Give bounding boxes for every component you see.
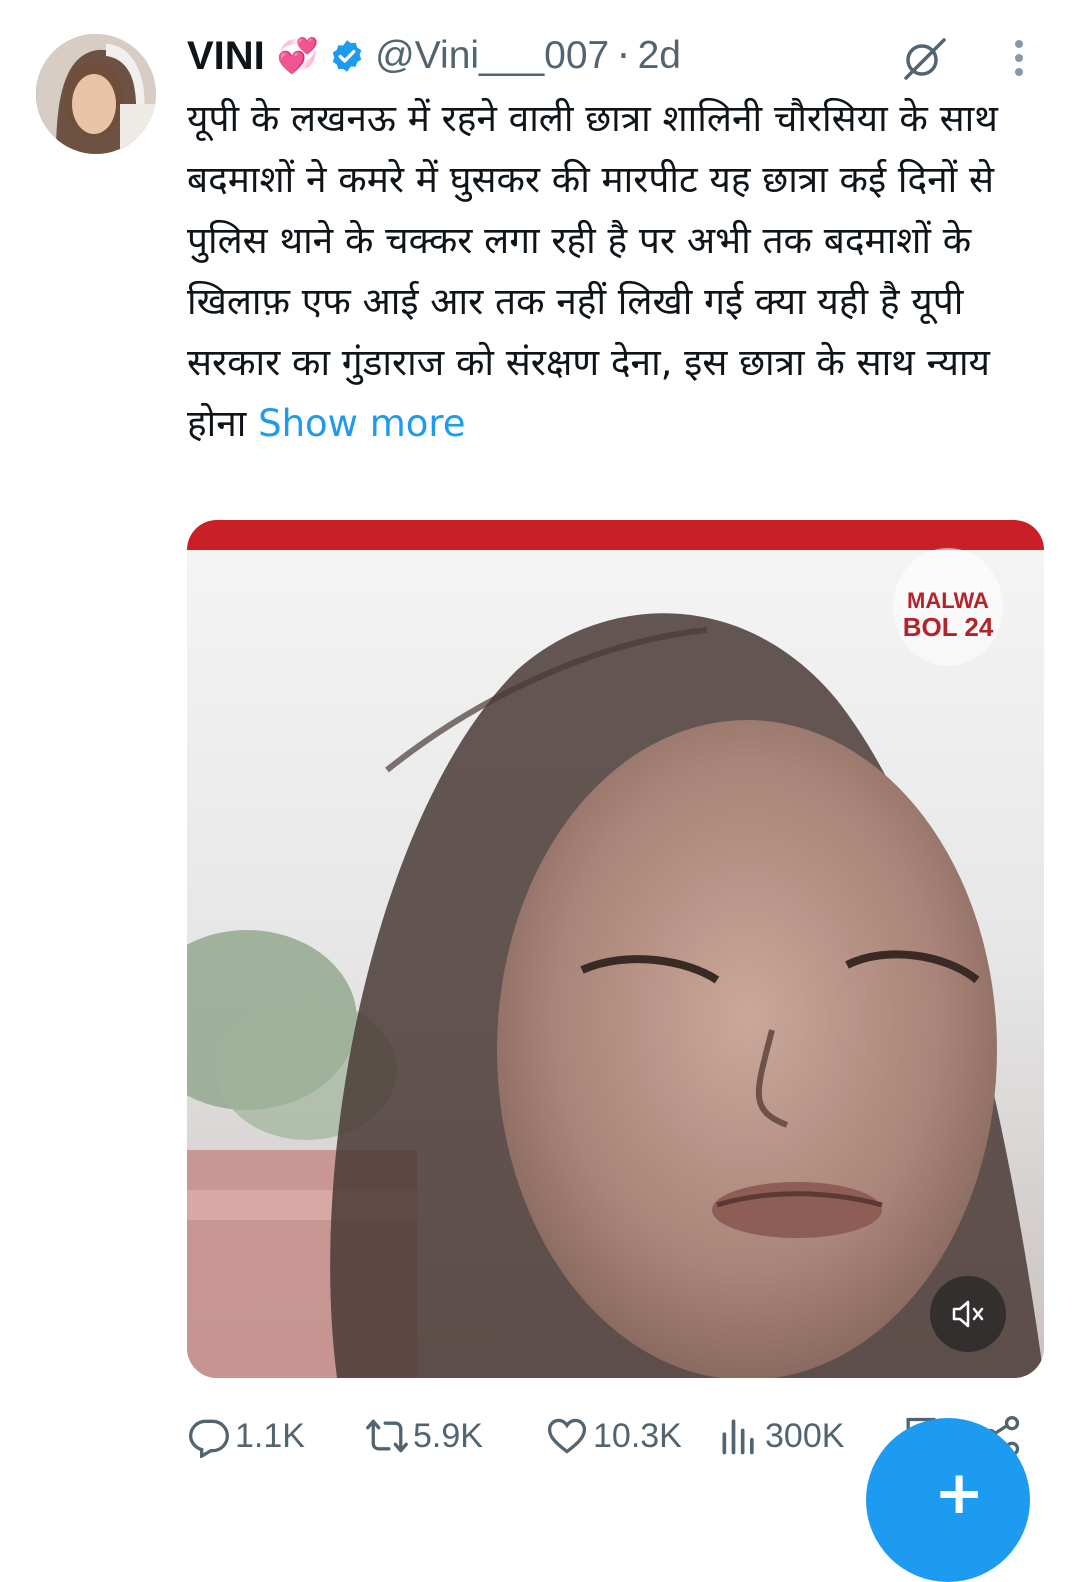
more-options-icon[interactable] [1004, 38, 1034, 78]
author-name[interactable]: VINI [187, 34, 265, 79]
compose-fab-button[interactable]: + [866, 1418, 1030, 1582]
reply-button[interactable]: 1.1K [187, 1412, 305, 1460]
tweet-header: VINI 💞 @Vini___007 · 2d [187, 30, 681, 82]
heart-emoji: 💞 [276, 36, 320, 76]
views-chart-icon [722, 1419, 754, 1455]
grok-icon[interactable] [898, 32, 950, 84]
repost-count: 5.9K [413, 1416, 483, 1455]
watermark-line-1: MALWA [907, 588, 989, 613]
tweet-timestamp[interactable]: 2d [638, 34, 681, 78]
views-button[interactable]: 300K [717, 1412, 844, 1460]
volume-muted-icon [952, 1300, 984, 1328]
watermark-line-2: BOL 24 [902, 612, 994, 642]
author-handle[interactable]: @Vini___007 [375, 34, 609, 78]
repost-icon [366, 1419, 408, 1453]
show-more-link[interactable]: Show more [258, 402, 465, 445]
reply-count: 1.1K [235, 1416, 305, 1455]
view-count: 300K [765, 1416, 845, 1455]
reply-icon [189, 1419, 229, 1458]
malwa-bol-logo: MALWA BOL 24 [893, 548, 1003, 666]
video-frame [187, 550, 1044, 1378]
tweet-video[interactable]: MALWA BOL 24 [187, 520, 1044, 1378]
avatar-image [36, 34, 156, 154]
heart-icon [547, 1418, 587, 1454]
verified-badge-icon [332, 40, 362, 72]
plus-icon: + [934, 1458, 985, 1528]
separator-dot: · [617, 33, 630, 79]
avatar[interactable] [36, 34, 156, 154]
tweet-text: यूपी के लखनऊ में रहने वाली छात्रा शालिनी… [187, 88, 1047, 454]
like-count: 10.3K [593, 1416, 682, 1455]
repost-button[interactable]: 5.9K [365, 1412, 483, 1460]
like-button[interactable]: 10.3K [545, 1412, 682, 1460]
tweet-body: यूपी के लखनऊ में रहने वाली छात्रा शालिनी… [187, 97, 998, 445]
video-banner [187, 520, 1044, 550]
mute-toggle-button[interactable] [930, 1276, 1006, 1352]
